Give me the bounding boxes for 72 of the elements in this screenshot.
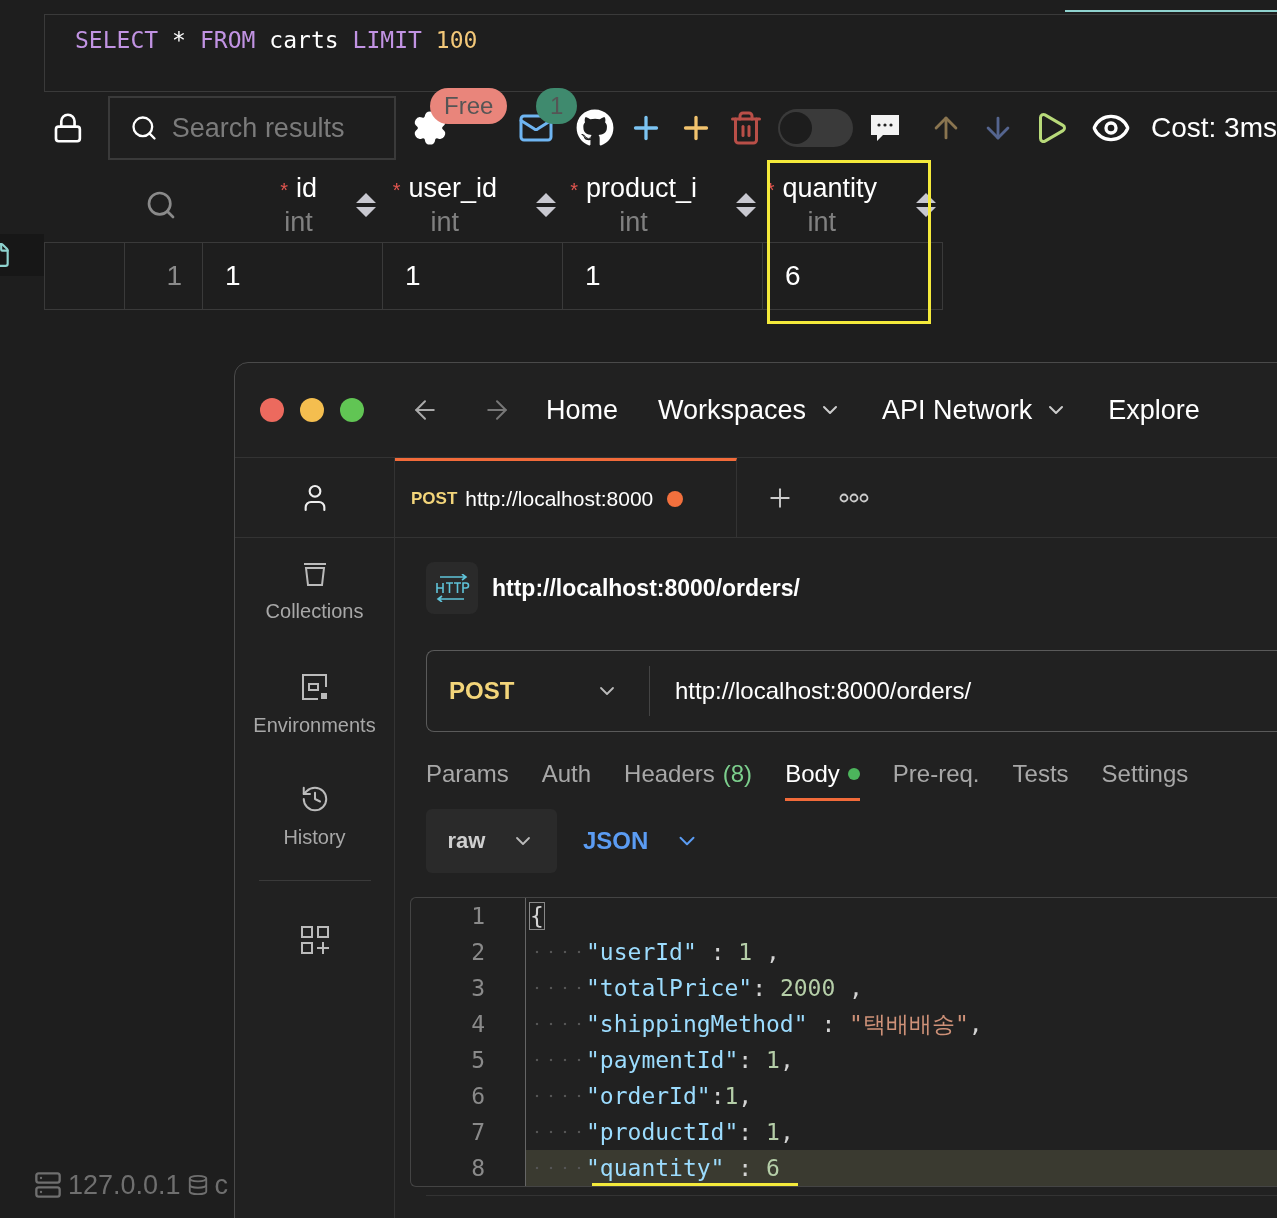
line-number: 2 [471, 938, 485, 967]
method-dropdown[interactable]: POST [427, 651, 649, 731]
sidebar-item[interactable]: History [235, 762, 394, 874]
line-number: 4 [471, 1010, 485, 1039]
required-icon: * [392, 179, 401, 201]
code-line: "orderId":1, [526, 1078, 1277, 1114]
sidebar-item[interactable]: Environments [235, 650, 394, 762]
database-label: c [214, 1169, 229, 1201]
request-tab[interactable]: Params [426, 760, 509, 801]
required-icon: * [570, 179, 578, 201]
more-button[interactable] [839, 492, 869, 503]
request-tab[interactable]: Tests [1012, 760, 1069, 801]
code-line: { [529, 902, 545, 931]
server-icon [34, 1171, 62, 1199]
request-tab[interactable]: Headers (8) [624, 760, 753, 801]
search-input[interactable]: Search results [169, 111, 394, 145]
sidebar-item[interactable]: Collections [235, 538, 394, 650]
nav-item[interactable]: Workspaces [658, 394, 843, 426]
request-tab[interactable]: Body [785, 760, 860, 801]
line-number: 1 [471, 902, 485, 931]
row-number: 1 [125, 242, 203, 310]
request-tab[interactable]: Pre-req. [892, 760, 980, 801]
table-cell: 1 [563, 242, 763, 310]
search-field[interactable]: Search results [107, 96, 396, 160]
free-badge: Free [430, 88, 508, 124]
table-cell: 1 [383, 242, 563, 310]
nav-item[interactable]: API Network [882, 394, 1069, 426]
line-number: 5 [471, 1046, 485, 1075]
request-tab[interactable]: POST http://localhost:8000 [395, 458, 737, 537]
column-header[interactable]: * product_i int [563, 168, 763, 242]
table-cell: 1 [203, 242, 383, 310]
request-title: http://localhost:8000/orders/ [492, 574, 800, 602]
window-icon [299, 672, 330, 702]
grid-plus-icon[interactable] [299, 925, 330, 955]
code-line: "paymentId": 1, [526, 1042, 1277, 1078]
table-cell: 6 [763, 242, 943, 310]
toggle-switch[interactable] [777, 109, 853, 147]
database-icon [186, 1174, 209, 1196]
request-tab[interactable]: Settings [1101, 760, 1189, 801]
sort-icon[interactable] [535, 191, 557, 219]
sort-icon[interactable] [735, 191, 757, 219]
host-label: 127.0.0.1 [68, 1169, 181, 1201]
query-editor[interactable]: SELECT * FROM carts LIMIT 100 [44, 14, 1277, 92]
cost-label: Cost: 3ms [1150, 112, 1277, 144]
line-number: 7 [471, 1118, 485, 1147]
comment-icon[interactable] [868, 112, 901, 144]
nav-item[interactable]: Explore [1108, 394, 1200, 426]
url-field[interactable]: http://localhost:8000/orders/ [650, 677, 972, 705]
line-number: 3 [471, 974, 485, 1003]
http-icon [426, 562, 478, 614]
search-icon [129, 114, 158, 142]
column-header[interactable]: * user_id int [383, 168, 563, 242]
code-line: "userId" : 1 , [526, 934, 1277, 970]
language-dropdown[interactable]: JSON [577, 826, 707, 856]
search-icon[interactable] [145, 189, 177, 221]
sort-icon[interactable] [355, 191, 377, 219]
body-mode-dropdown[interactable]: raw [426, 809, 557, 873]
close-button[interactable] [260, 398, 284, 422]
code-line: "shippingMethod" : "택배배송", [526, 1006, 1277, 1042]
required-icon: * [280, 179, 288, 201]
code-line: "totalPrice": 2000 , [526, 970, 1277, 1006]
sort-icon[interactable] [915, 191, 937, 219]
maximize-button[interactable] [340, 398, 364, 422]
github-icon[interactable] [575, 109, 614, 147]
line-number: 6 [471, 1082, 485, 1111]
minimize-button[interactable] [300, 398, 324, 422]
nav-item[interactable]: Home [546, 394, 619, 426]
request-tab[interactable]: Auth [541, 760, 592, 801]
column-header[interactable]: * id int [203, 168, 383, 242]
code-line: "productId": 1, [526, 1114, 1277, 1150]
lock-icon[interactable] [52, 111, 84, 145]
line-number: 8 [471, 1154, 485, 1183]
